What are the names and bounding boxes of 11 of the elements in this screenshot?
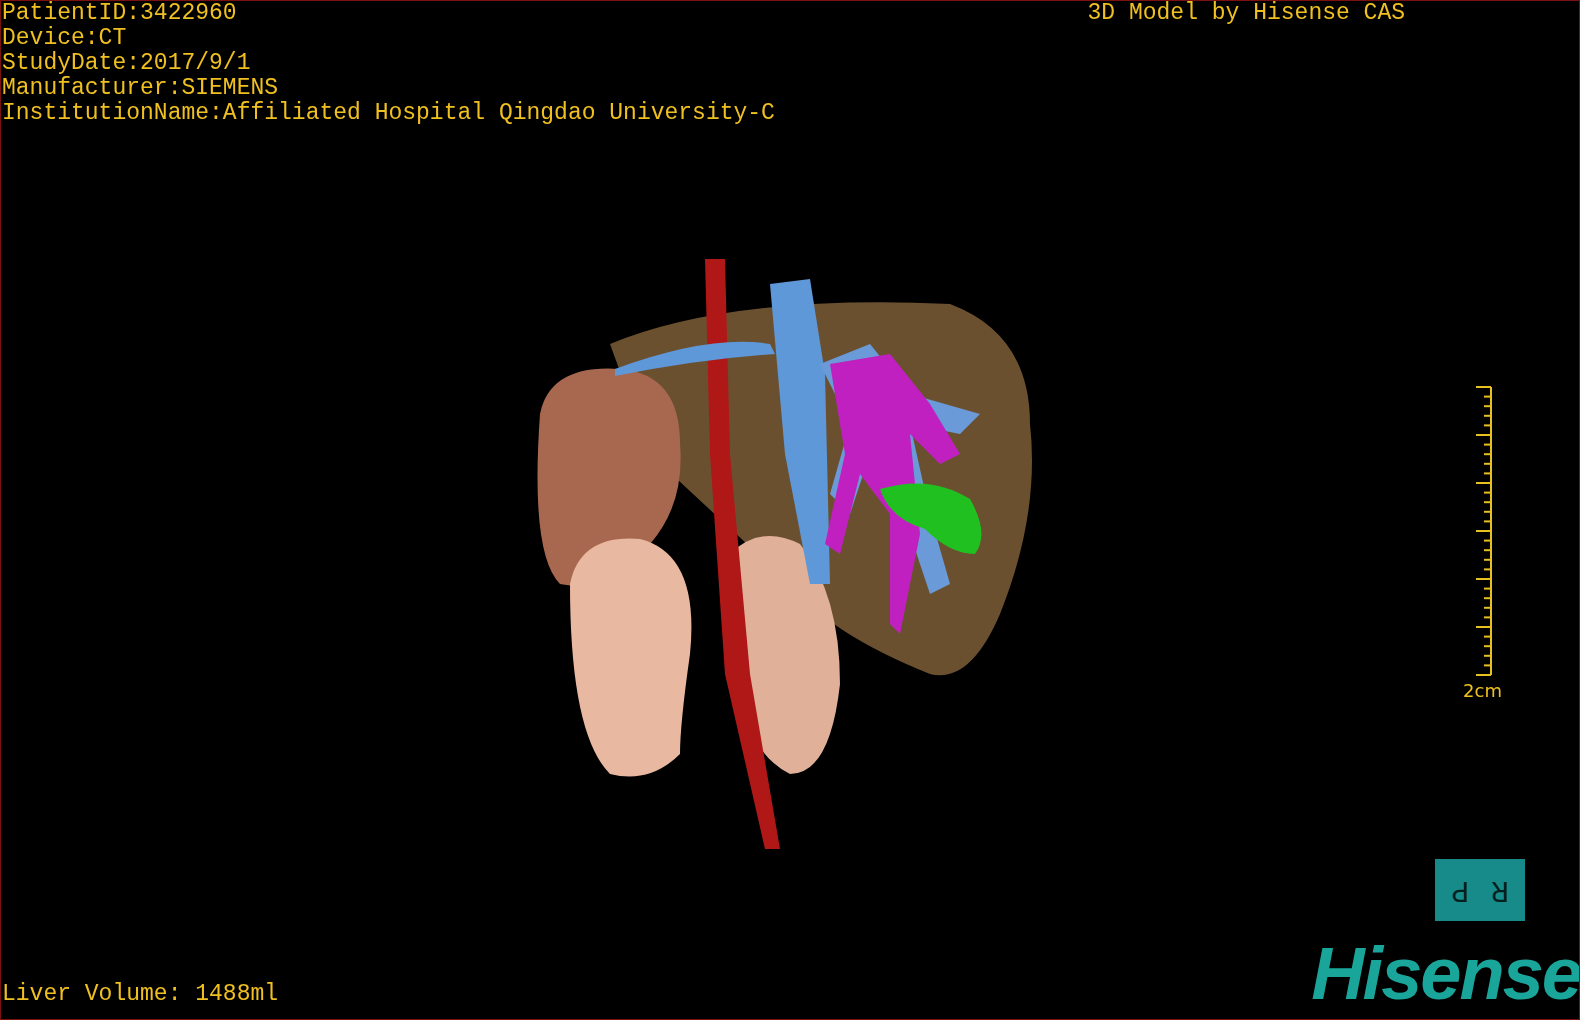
info-text: Device:CT: [2, 26, 128, 51]
orientation-marker[interactable]: P R: [1435, 859, 1525, 921]
viewer-title: 3D Model by Hisense CAS: [1087, 1, 1405, 28]
info-text: InstitutionName:Affiliated Hospital Qingdao University-C: [2, 101, 775, 126]
scale-label: 2cm: [1463, 680, 1502, 701]
liver-volume-text: Liver Volume: 1488ml: [1, 982, 279, 1009]
ruler-icon: [1474, 386, 1494, 676]
info-text: Manufacturer:SIEMENS: [2, 76, 280, 101]
logo: Hisense: [1311, 941, 1579, 1007]
info-text: StudyDate:2017/9/1: [2, 51, 252, 76]
info-text: PatientID:3422960: [2, 1, 238, 26]
